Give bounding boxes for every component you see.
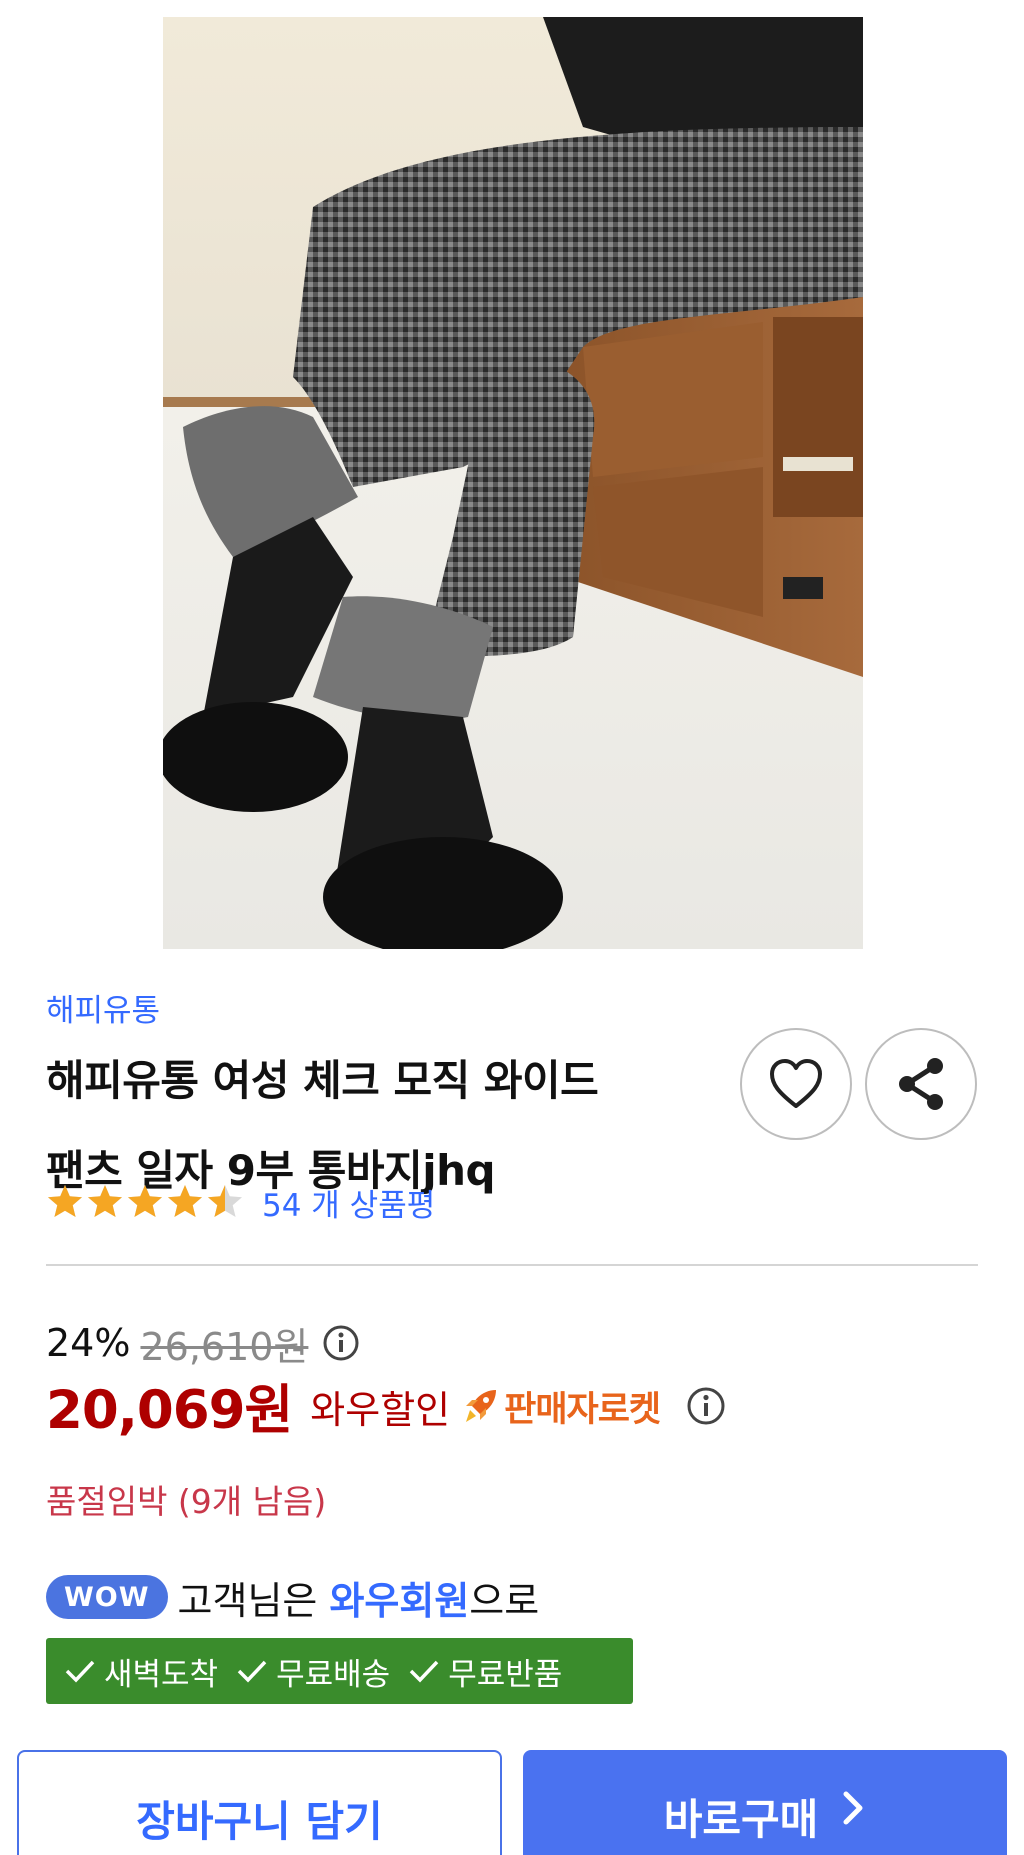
rating-row[interactable]: 54 개 상품평 (46, 1180, 435, 1224)
seller-rocket-label: 판매자로켓 (504, 1389, 661, 1430)
share-icon (899, 1058, 943, 1110)
wow-badge: WOW (46, 1575, 168, 1619)
benefit-item: 무료배송 (236, 1649, 390, 1694)
stock-status: 품절임박 (9개 남음) (46, 1482, 327, 1521)
product-title-line-1: 해피유통 여성 체크 모직 와이드 (46, 1056, 599, 1105)
add-to-cart-button[interactable]: 장바구니 담기 (17, 1750, 502, 1855)
brand-link[interactable]: 해피유통 (46, 985, 160, 1030)
share-button[interactable] (865, 1028, 977, 1140)
sale-price: 20,069원 (46, 1380, 293, 1441)
info-icon[interactable] (322, 1324, 360, 1362)
benefit-item: 무료반품 (408, 1649, 562, 1694)
wow-text: 고객님은 와우회원으로 (178, 1570, 540, 1625)
star-icon (208, 1185, 242, 1217)
star-icon (88, 1185, 122, 1217)
benefit-label: 새벽도착 (104, 1656, 219, 1693)
product-image[interactable] (163, 17, 863, 949)
star-icon (168, 1185, 202, 1217)
star-rating (46, 1183, 244, 1221)
wow-member-label: 와우회원 (329, 1578, 470, 1623)
star-icon (128, 1185, 162, 1217)
rocket-icon (466, 1390, 497, 1422)
check-icon (237, 1660, 267, 1683)
star-icon (48, 1185, 82, 1217)
sale-price-row: 20,069원 와우할인 판매자로켓 (46, 1372, 726, 1441)
wishlist-button[interactable] (740, 1028, 852, 1140)
benefit-label: 무료반품 (448, 1656, 563, 1693)
add-to-cart-label: 장바구니 담기 (136, 1797, 383, 1846)
check-icon (65, 1660, 95, 1683)
seller-rocket-badge: 판매자로켓 (460, 1381, 661, 1432)
benefit-label: 무료배송 (276, 1656, 391, 1693)
wow-member-row: WOW 고객님은 와우회원으로 (46, 1570, 540, 1625)
product-photo (163, 17, 863, 949)
chevron-right-icon (843, 1791, 863, 1825)
wow-discount-label: 와우할인 (310, 1387, 451, 1432)
heart-icon (770, 1059, 822, 1108)
buy-now-label: 바로구매 (663, 1795, 819, 1844)
section-divider (46, 1264, 978, 1266)
wow-text-before: 고객님은 (177, 1578, 330, 1623)
benefits-banner: 새벽도착 무료배송 무료반품 (46, 1638, 633, 1704)
original-price: 26,610원 (140, 1324, 309, 1369)
info-icon[interactable] (686, 1386, 726, 1426)
buy-now-button[interactable]: 바로구매 (523, 1750, 1007, 1855)
original-price-row: 24% 26,610원 (46, 1318, 360, 1369)
wow-text-after: 으로 (469, 1578, 540, 1623)
discount-rate: 24% (46, 1321, 131, 1365)
benefit-item: 새벽도착 (64, 1649, 218, 1694)
check-icon (409, 1660, 439, 1683)
review-count-link[interactable]: 54 개 상품평 (262, 1180, 435, 1225)
